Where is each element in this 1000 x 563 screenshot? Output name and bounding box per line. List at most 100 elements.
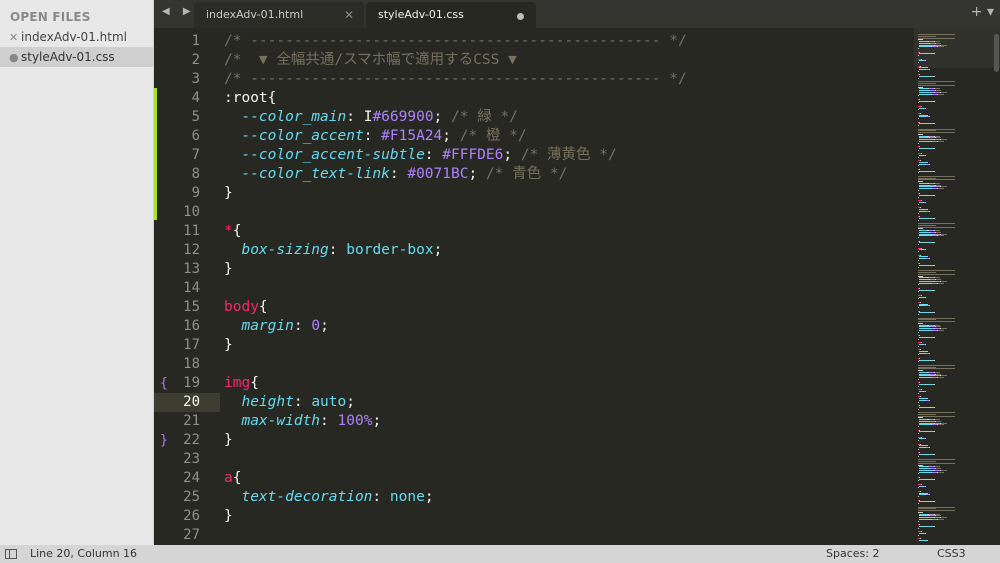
code-token: --color_main: [241, 109, 347, 125]
code-token: ;: [372, 413, 382, 429]
code-line[interactable]: 26}: [154, 507, 914, 526]
code-line[interactable]: 14: [154, 279, 914, 298]
minimap-stroke: [918, 473, 919, 475]
code-token: #0071BC: [407, 166, 469, 182]
unsaved-dot-icon[interactable]: [517, 13, 524, 20]
minimap-stroke: [918, 266, 919, 268]
minimap-stroke: [919, 170, 930, 172]
minimap-stroke: [918, 527, 919, 529]
code-line[interactable]: } 22}: [154, 431, 914, 450]
tab-tools-icon[interactable]: + ▾: [971, 4, 994, 20]
minimap-stroke: [938, 235, 944, 237]
code-line[interactable]: 15 body{: [154, 298, 914, 317]
minimap-stroke: [929, 352, 930, 354]
fold-marker-icon[interactable]: {: [160, 374, 168, 393]
close-icon[interactable]: ✕: [9, 28, 21, 48]
minimap-stroke: [918, 361, 919, 363]
fold-marker-icon[interactable]: }: [160, 431, 168, 450]
minimap-stroke: [927, 242, 934, 244]
code-line[interactable]: 13}: [154, 260, 914, 279]
code-text: --color_text-link: #0071BC; /* 青色 */: [224, 165, 567, 184]
code-line[interactable]: 9}: [154, 184, 914, 203]
minimap-stroke: [918, 95, 919, 97]
minimap-stroke: [918, 480, 919, 482]
code-line[interactable]: 4:root{: [154, 89, 914, 108]
vertical-scrollbar[interactable]: [994, 34, 999, 72]
code-token: height: [241, 394, 294, 410]
syntax-mode[interactable]: CSS3: [937, 545, 966, 563]
code-line[interactable]: 20 height: auto;: [154, 393, 355, 412]
minimap-stroke: [934, 359, 935, 361]
minimap-stroke: [918, 62, 919, 63]
code-line[interactable]: 6 --color_accent: #F15A24; /* 橙 */: [154, 127, 914, 146]
sidebar-file-style-css[interactable]: ● styleAdv-01.css: [0, 47, 154, 67]
minimap-stroke: [918, 142, 919, 144]
code-line[interactable]: 3 /* ------------------------------------…: [154, 70, 914, 89]
minimap-stroke: [919, 282, 931, 284]
sidebar-file-index-html[interactable]: ✕ indexAdv-01.html: [0, 27, 154, 47]
minimap-stroke: [918, 496, 919, 497]
minimap-stroke: [929, 163, 930, 165]
code-text: box-sizing: border-box;: [224, 241, 442, 260]
code-line[interactable]: 18: [154, 355, 914, 374]
tab-label: styleAdv-01.css: [378, 8, 464, 21]
minimap[interactable]: [914, 28, 1000, 545]
code-line[interactable]: 7 --color_accent-subtle: #FFFDE6; /* 薄黄色…: [154, 146, 914, 165]
minimap-stroke: [934, 478, 935, 480]
sidebar-toggle-icon[interactable]: [5, 549, 17, 559]
code-line[interactable]: 17}: [154, 336, 914, 355]
line-number: 24: [183, 470, 200, 486]
minimap-stroke: [918, 534, 919, 536]
code-token: {: [250, 375, 259, 391]
minimap-stroke: [934, 525, 935, 527]
code-line[interactable]: 21 max-width: 100%;: [154, 412, 914, 431]
code-line[interactable]: 11 *{: [154, 222, 914, 241]
code-token: ;: [424, 489, 434, 505]
minimap-stroke: [918, 345, 919, 347]
code-line[interactable]: 10: [154, 203, 914, 222]
code-text: }: [224, 260, 233, 279]
code-token: }: [224, 185, 233, 201]
code-line[interactable]: 27: [154, 526, 914, 545]
tab-nav-arrows-icon[interactable]: ◀ ▶: [162, 6, 196, 17]
minimap-stroke: [938, 282, 944, 284]
minimap-stroke: [919, 431, 926, 433]
minimap-stroke: [918, 368, 955, 370]
code-text: }: [224, 507, 233, 526]
code-line[interactable]: 5 --color_main: I#669900; /* 緑 */: [154, 108, 914, 127]
code-text: --color_main: I#669900; /* 緑 */: [224, 108, 517, 127]
code-token: :root: [224, 90, 268, 106]
minimap-stroke: [927, 289, 934, 291]
minimap-stroke: [934, 336, 935, 338]
close-icon[interactable]: ✕: [344, 2, 354, 28]
tab-style-css[interactable]: styleAdv-01.css: [366, 2, 536, 28]
code-editor[interactable]: 1 /* ------------------------------------…: [154, 28, 914, 545]
code-token: {: [232, 223, 242, 239]
minimap-stroke: [919, 265, 930, 266]
code-line[interactable]: {19 img{: [154, 374, 914, 393]
code-line[interactable]: 25 text-decoration: none;: [154, 488, 914, 507]
code-line[interactable]: 24 a{: [154, 469, 914, 488]
code-line[interactable]: 16 margin: 0;: [154, 317, 914, 336]
code-line[interactable]: 8 --color_text-link: #0071BC; /* 青色 */: [154, 165, 914, 184]
code-line[interactable]: 2 /* ▼ 全幅共通/スマホ幅で適用するCSS ▼: [154, 51, 914, 70]
indentation-setting[interactable]: Spaces: 2: [826, 545, 879, 563]
code-token: text-decoration: [241, 489, 373, 505]
minimap-stroke: [929, 258, 930, 259]
tab-index-html[interactable]: indexAdv-01.html ✕: [194, 2, 364, 28]
minimap-stroke: [919, 93, 931, 95]
minimap-stroke: [918, 70, 919, 72]
code-text: margin: 0;: [224, 317, 328, 336]
code-text: /* -------------------------------------…: [224, 32, 687, 51]
sidebar-file-label: styleAdv-01.css: [21, 50, 115, 64]
code-line[interactable]: 12 box-sizing: border-box;: [154, 241, 914, 260]
code-line[interactable]: 1 /* ------------------------------------…: [154, 32, 914, 51]
code-line[interactable]: 23: [154, 450, 914, 469]
minimap-stroke: [934, 217, 935, 219]
minimap-stroke: [918, 132, 955, 133]
tab-label: indexAdv-01.html: [206, 8, 304, 21]
minimap-stroke: [927, 539, 928, 541]
minimap-stroke: [918, 118, 919, 119]
minimap-stroke: [918, 378, 919, 380]
